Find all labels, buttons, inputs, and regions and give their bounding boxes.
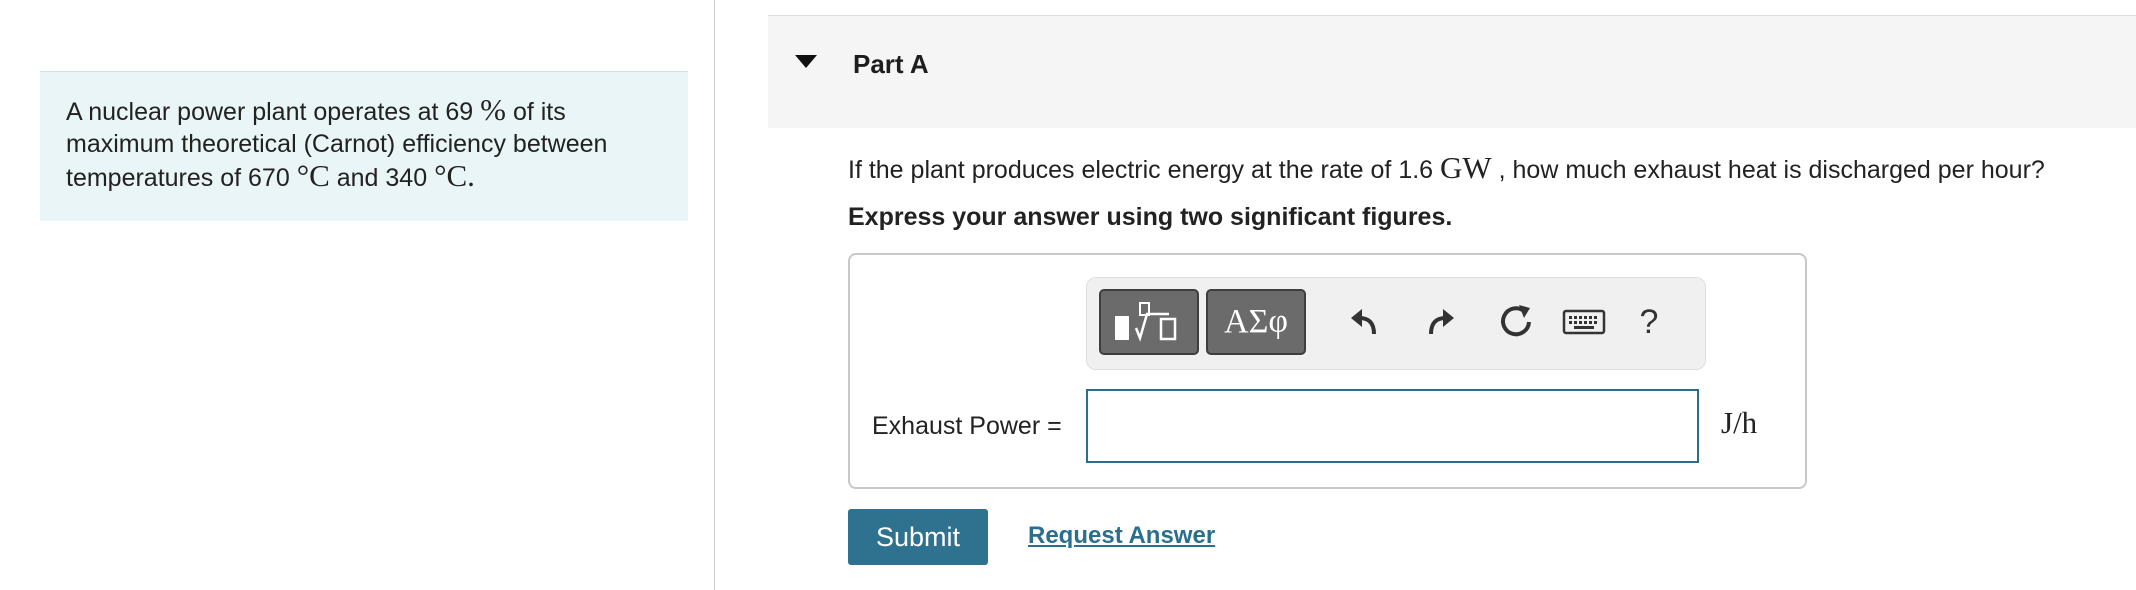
reset-button[interactable]: [1494, 300, 1538, 344]
problem-line-1: A nuclear power plant operates at 69 % o…: [66, 94, 662, 128]
help-icon: ?: [1639, 302, 1659, 341]
temperature-unit: °C.: [434, 158, 475, 193]
answer-box: ΑΣφ ? Exhaust Power = J/h: [848, 253, 1807, 489]
problem-text: of its: [512, 98, 566, 126]
undo-button[interactable]: [1342, 300, 1386, 344]
undo-icon: [1351, 309, 1376, 335]
request-answer-link[interactable]: Request Answer: [1028, 522, 1215, 550]
math-toolbar: ΑΣφ ?: [1086, 277, 1706, 370]
redo-button[interactable]: [1419, 300, 1463, 344]
help-button[interactable]: ?: [1627, 300, 1671, 344]
greek-symbols-icon: ΑΣφ: [1224, 303, 1288, 340]
problem-statement: A nuclear power plant operates at 69 % o…: [40, 71, 688, 221]
problem-line-3: temperatures of 670 °C and 340 °C.: [66, 160, 662, 194]
templates-icon: [1115, 302, 1177, 342]
redo-icon: [1429, 309, 1454, 335]
problem-line-2: maximum theoretical (Carnot) efficiency …: [66, 130, 608, 158]
answer-unit: J/h: [1721, 405, 1758, 440]
answer-label: Exhaust Power =: [872, 412, 1062, 440]
problem-text: A nuclear power plant operates at 69: [66, 98, 474, 126]
problem-text: and 340: [336, 164, 428, 192]
question-text: If the plant produces electric energy at…: [848, 150, 2045, 186]
question-post: , how much exhaust heat is discharged pe…: [1498, 156, 2045, 184]
panel-divider: [714, 0, 715, 590]
reset-icon: [1501, 305, 1531, 337]
problem-text: temperatures of 670: [66, 164, 290, 192]
keyboard-button[interactable]: [1554, 300, 1614, 344]
collapse-caret-icon[interactable]: [795, 55, 817, 68]
question-pre: If the plant produces electric energy at…: [848, 156, 1434, 184]
part-header[interactable]: Part A: [768, 15, 2136, 128]
keyboard-icon: [1562, 309, 1606, 335]
power-unit: GW: [1440, 150, 1492, 185]
answer-input[interactable]: [1086, 389, 1699, 463]
submit-button[interactable]: Submit: [848, 509, 988, 565]
temperature-unit: °C: [296, 158, 330, 193]
greek-symbols-button[interactable]: ΑΣφ: [1206, 289, 1306, 355]
percent-symbol: %: [480, 92, 506, 127]
answer-instruction: Express your answer using two significan…: [848, 203, 1453, 231]
part-title: Part A: [853, 49, 929, 79]
templates-button[interactable]: [1099, 289, 1199, 355]
